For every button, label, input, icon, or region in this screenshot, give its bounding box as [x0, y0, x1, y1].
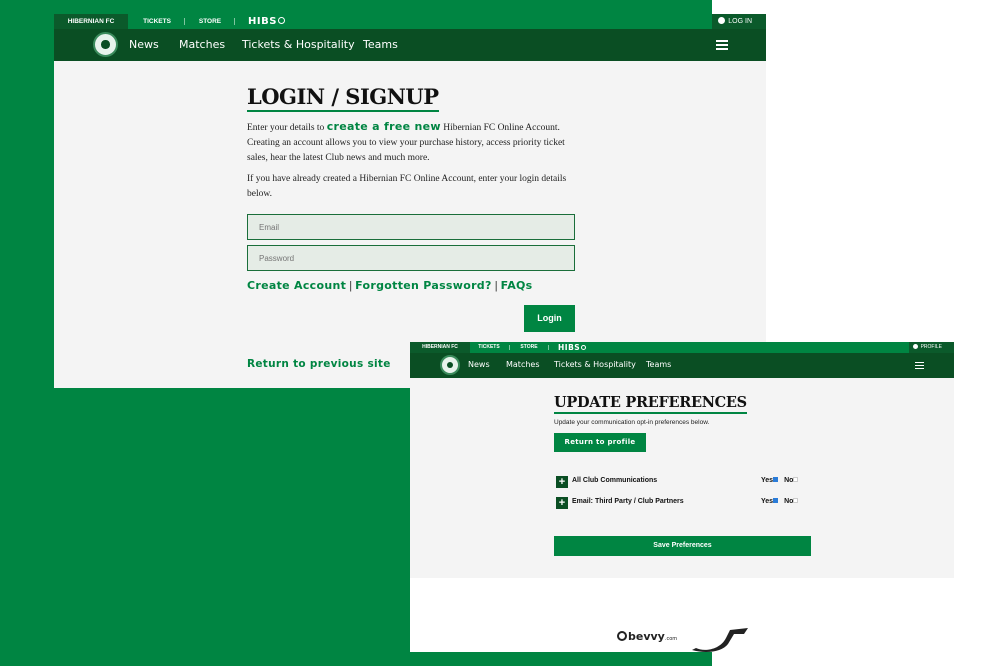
divider [184, 18, 185, 25]
yes-label: Yes [761, 498, 774, 505]
password-field[interactable] [247, 245, 575, 271]
email-field[interactable] [247, 214, 575, 240]
divider [509, 345, 510, 350]
preference-row: + Email: Third Party / Club Partners Yes… [556, 497, 806, 509]
top-utility-bar: HIBERNIAN FC TICKETS STORE HIBS LOG IN [54, 14, 766, 29]
preference-label: All Club Communications [572, 477, 658, 484]
nav-tickets-hospitality[interactable]: Tickets & Hospitality [242, 38, 355, 51]
topbar-store[interactable]: STORE [511, 342, 547, 353]
account-links: Create Account | Forgotten Password? | F… [247, 279, 575, 293]
hibs-tv-logo[interactable]: HIBS [558, 342, 587, 353]
play-icon [277, 17, 285, 24]
divider [234, 18, 235, 25]
topbar-hibernian-fc[interactable]: HIBERNIAN FC [410, 342, 470, 353]
expand-plus-icon[interactable]: + [556, 476, 568, 488]
return-to-profile-button[interactable]: Return to profile [554, 433, 646, 452]
topbar-hibernian-fc[interactable]: HIBERNIAN FC [54, 14, 128, 29]
faqs-link[interactable]: FAQs [501, 279, 533, 292]
bevvy-logo-icon [617, 631, 627, 641]
user-icon [912, 344, 918, 349]
topbar-tickets[interactable]: TICKETS [470, 342, 508, 353]
bevvy-sponsor-logo[interactable]: bevvy.com [617, 630, 677, 643]
hamburger-menu-icon[interactable] [716, 40, 728, 50]
preference-label: Email: Third Party / Club Partners [572, 498, 684, 505]
link-separator: | [494, 280, 498, 292]
no-checkbox[interactable] [793, 498, 799, 503]
save-preferences-button[interactable]: Save Preferences [554, 536, 811, 556]
nav-matches[interactable]: Matches [506, 360, 540, 369]
preferences-content: UPDATE PREFERENCES Update your communica… [410, 378, 954, 578]
topbar-tickets[interactable]: TICKETS [132, 14, 182, 29]
page-title: LOGIN / SIGNUP [247, 84, 439, 112]
no-checkbox[interactable] [793, 477, 799, 482]
user-icon [718, 17, 726, 24]
main-nav: News Matches Tickets & Hospitality Teams [410, 353, 954, 378]
no-label: No [784, 477, 794, 484]
preference-row: + All Club Communications Yes No [556, 476, 806, 488]
nav-news[interactable]: News [468, 360, 490, 369]
joma-sponsor-logo[interactable] [690, 626, 750, 652]
return-to-previous-site-link[interactable]: Return to previous site [247, 358, 391, 370]
login-link[interactable]: LOG IN [712, 14, 766, 29]
play-icon [581, 345, 587, 350]
preferences-description: Update your communication opt-in prefere… [554, 419, 710, 426]
existing-account-text: If you have already created a Hibernian … [247, 174, 567, 199]
hibs-tv-logo[interactable]: HIBS [248, 14, 285, 29]
nav-teams[interactable]: Teams [363, 38, 398, 51]
forgotten-password-link[interactable]: Forgotten Password? [355, 279, 492, 292]
sponsor-footer: bevvy.com [410, 578, 954, 652]
login-window: HIBERNIAN FC TICKETS STORE HIBS LOG IN N… [54, 14, 766, 388]
page-title: UPDATE PREFERENCES [554, 394, 747, 414]
hamburger-menu-icon[interactable] [915, 362, 924, 369]
expand-plus-icon[interactable]: + [556, 497, 568, 509]
top-utility-bar: HIBERNIAN FC TICKETS STORE HIBS PROFILE [410, 342, 954, 353]
create-account-link[interactable]: Create Account [247, 279, 346, 292]
preference-options: Yes No [761, 477, 799, 484]
login-form-section: LOGIN / SIGNUP Enter your details to cre… [247, 84, 575, 370]
profile-link[interactable]: PROFILE [908, 342, 954, 353]
link-separator: | [349, 280, 353, 292]
preference-options: Yes No [761, 498, 799, 505]
nav-tickets-hospitality[interactable]: Tickets & Hospitality [554, 360, 636, 369]
yes-checkbox[interactable] [773, 477, 779, 482]
main-nav: News Matches Tickets & Hospitality Teams [54, 29, 766, 61]
preferences-window: HIBERNIAN FC TICKETS STORE HIBS PROFILE … [410, 342, 954, 652]
club-crest-logo[interactable] [440, 355, 460, 375]
club-crest-logo[interactable] [93, 32, 118, 57]
login-button[interactable]: Login [524, 305, 575, 332]
no-label: No [784, 498, 794, 505]
yes-checkbox[interactable] [773, 498, 779, 503]
nav-matches[interactable]: Matches [179, 38, 225, 51]
topbar-store[interactable]: STORE [188, 14, 232, 29]
yes-label: Yes [761, 477, 774, 484]
intro-text: Enter your details to create a free new … [247, 120, 565, 163]
nav-news[interactable]: News [129, 38, 159, 51]
nav-teams[interactable]: Teams [646, 360, 671, 369]
divider [548, 345, 549, 350]
create-account-inline-link[interactable]: create a free new [327, 120, 441, 133]
